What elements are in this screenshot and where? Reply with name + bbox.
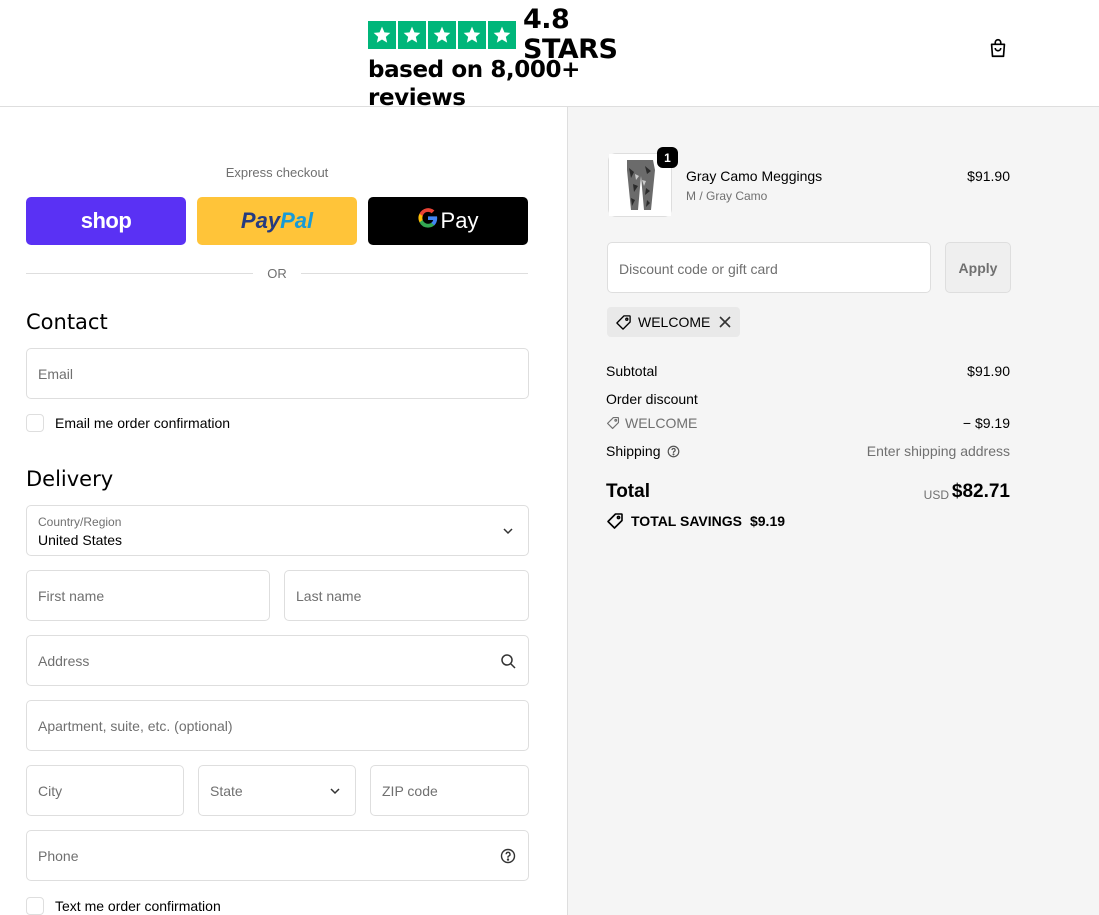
shipping-value: Enter shipping address xyxy=(866,443,1010,459)
help-circle-icon[interactable] xyxy=(500,848,516,864)
city-field[interactable]: City xyxy=(26,765,184,816)
star-icon xyxy=(368,21,396,49)
close-icon[interactable] xyxy=(718,315,732,329)
rating-stars xyxy=(368,21,516,49)
order-summary: 1 Gray Camo Meggings M / Gray Camo $91.9… xyxy=(567,107,1099,915)
discount-code-field[interactable]: Discount code or gift card xyxy=(607,242,931,293)
savings-value: $9.19 xyxy=(749,513,786,529)
shop-pay-label: shop xyxy=(80,208,132,233)
chevron-down-icon xyxy=(503,528,513,535)
quantity-badge: 1 xyxy=(657,147,678,168)
express-checkout-title: Express checkout xyxy=(225,165,329,180)
or-divider: OR xyxy=(26,265,528,281)
google-pay-label: Pay xyxy=(440,208,479,233)
paypal-label-part2: Pal xyxy=(280,208,314,233)
applied-code: WELCOME xyxy=(638,314,711,330)
last-name-placeholder: Last name xyxy=(296,588,362,604)
total-label: Total xyxy=(606,481,650,502)
first-name-placeholder: First name xyxy=(38,588,105,604)
address-placeholder: Address xyxy=(38,653,90,669)
text-confirmation-label: Text me order confirmation xyxy=(55,898,221,914)
google-g-icon xyxy=(417,208,438,234)
discount-value: − $9.19 xyxy=(962,415,1010,431)
search-icon xyxy=(501,654,516,669)
email-confirmation-option[interactable]: Email me order confirmation xyxy=(26,414,230,432)
apartment-field[interactable]: Apartment, suite, etc. (optional) xyxy=(26,700,529,751)
shopping-bag-icon[interactable] xyxy=(987,37,1009,59)
product-price: $91.90 xyxy=(967,168,1010,184)
contact-title: Contact xyxy=(26,310,108,334)
checkout-form: Express checkout shop Pay Pal Pay OR Cont… xyxy=(0,107,567,915)
or-label: OR xyxy=(267,265,287,281)
total-savings: TOTAL SAVINGS $9.19 xyxy=(606,512,785,530)
star-icon xyxy=(428,21,456,49)
address-field[interactable]: Address xyxy=(26,635,529,686)
tag-icon xyxy=(616,314,631,330)
tag-icon xyxy=(606,416,620,430)
star-icon xyxy=(398,21,426,49)
last-name-field[interactable]: Last name xyxy=(284,570,529,621)
total-value: $82.71 xyxy=(951,481,1010,502)
country-label: Country/Region xyxy=(38,515,122,529)
email-confirmation-checkbox[interactable] xyxy=(26,414,44,432)
city-placeholder: City xyxy=(38,783,63,799)
email-confirmation-label: Email me order confirmation xyxy=(55,415,231,431)
chevron-down-icon xyxy=(330,788,340,795)
savings-label: TOTAL SAVINGS xyxy=(631,513,742,529)
apply-label: Apply xyxy=(958,259,998,276)
zip-field[interactable]: ZIP code xyxy=(370,765,529,816)
subtotal-value: $91.90 xyxy=(967,363,1010,379)
trustpilot-rating: 4.8 STARS based on 8,000+ reviews xyxy=(368,5,668,112)
discount-code-row: WELCOME − $9.19 xyxy=(606,415,1010,433)
product-variant: M / Gray Camo xyxy=(686,189,768,203)
order-discount-row: Order discount xyxy=(606,391,1010,407)
phone-field[interactable]: Phone xyxy=(26,830,529,881)
star-icon xyxy=(458,21,486,49)
email-field[interactable]: Email xyxy=(26,348,529,399)
tag-icon xyxy=(607,513,623,529)
discount-placeholder: Discount code or gift card xyxy=(619,261,778,277)
first-name-field[interactable]: First name xyxy=(26,570,270,621)
state-placeholder: State xyxy=(210,783,243,799)
applied-discount-chip: WELCOME xyxy=(607,307,741,337)
order-discount-label: Order discount xyxy=(606,391,698,407)
text-confirmation-checkbox[interactable] xyxy=(26,897,44,915)
subtotal-label: Subtotal xyxy=(606,363,658,379)
paypal-button[interactable]: Pay Pal xyxy=(197,197,357,245)
discount-code-label: WELCOME xyxy=(625,415,698,431)
currency-code: USD xyxy=(923,488,949,502)
google-pay-button[interactable]: Pay xyxy=(368,197,528,245)
email-placeholder: Email xyxy=(38,366,74,382)
country-value: United States xyxy=(38,532,123,548)
apartment-placeholder: Apartment, suite, etc. (optional) xyxy=(38,718,233,734)
shipping-row: Shipping Enter shipping address xyxy=(606,443,1010,459)
delivery-title: Delivery xyxy=(26,467,114,491)
phone-placeholder: Phone xyxy=(38,848,79,864)
product-thumbnail: 1 xyxy=(608,147,678,217)
state-select[interactable]: State xyxy=(198,765,356,816)
paypal-label-part1: Pay xyxy=(240,208,281,233)
shop-pay-button[interactable]: shop xyxy=(26,197,186,245)
zip-placeholder: ZIP code xyxy=(382,783,438,799)
shipping-label: Shipping xyxy=(606,443,661,459)
apply-button[interactable]: Apply xyxy=(945,242,1011,293)
subtotal-row: Subtotal $91.90 xyxy=(606,363,1010,379)
text-confirmation-option[interactable]: Text me order confirmation xyxy=(26,897,221,915)
help-circle-icon[interactable] xyxy=(667,445,680,458)
star-icon xyxy=(488,21,516,49)
product-name: Gray Camo Meggings xyxy=(686,168,823,184)
country-select[interactable]: Country/Region United States xyxy=(26,505,529,556)
header: 4.8 STARS based on 8,000+ reviews xyxy=(0,0,1099,111)
